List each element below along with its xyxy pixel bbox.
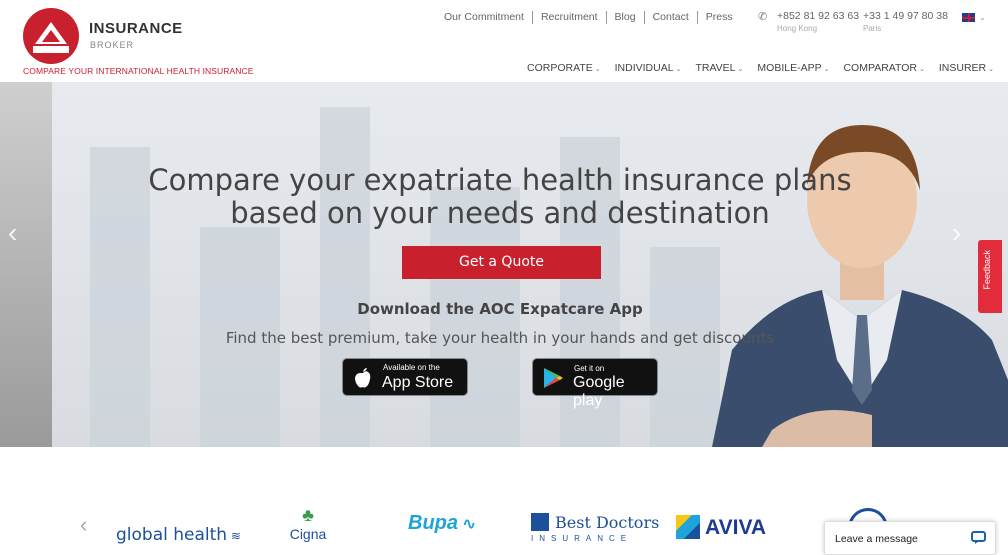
chevron-down-icon: ⌄ bbox=[979, 15, 986, 22]
partner-text: Bupa bbox=[408, 512, 458, 534]
nav-contact[interactable]: Contact bbox=[645, 11, 698, 24]
nav-corporate[interactable]: CORPORATE ⌄ bbox=[527, 62, 601, 74]
partner-global-health: global health ≋ bbox=[116, 525, 241, 545]
nav-travel[interactable]: TRAVEL ⌄ bbox=[695, 62, 743, 74]
wave-icon: ≋ bbox=[227, 529, 241, 543]
nav-press[interactable]: Press bbox=[698, 11, 741, 24]
partner-text: AVIVA bbox=[705, 516, 767, 539]
nav-our-commitment[interactable]: Our Commitment bbox=[436, 11, 533, 24]
previous-slide-image bbox=[0, 82, 52, 447]
phone-paris[interactable]: +33 1 49 97 80 38 Paris bbox=[863, 10, 948, 33]
chevron-right-icon[interactable]: › bbox=[952, 217, 961, 249]
partner-text: global health bbox=[116, 525, 228, 545]
apple-icon bbox=[355, 368, 371, 388]
main-nav: CORPORATE ⌄ INDIVIDUAL ⌄ TRAVEL ⌄ MOBILE-AP… bbox=[527, 62, 994, 74]
google-play-button[interactable]: Get it on Google play bbox=[532, 358, 658, 409]
phone-icon: ✆ bbox=[758, 11, 768, 23]
app-subtitle: Find the best premium, take your health … bbox=[225, 329, 775, 347]
nav-insurer[interactable]: INSURER ⌄ bbox=[939, 62, 994, 74]
chat-label: Leave a message bbox=[835, 533, 918, 545]
nav-individual[interactable]: INDIVIDUAL ⌄ bbox=[615, 62, 682, 74]
hero-title-line: Compare your expatriate health insurance… bbox=[148, 163, 852, 197]
tree-icon: ♣ bbox=[302, 505, 314, 525]
nav-label: CORPORATE bbox=[527, 62, 593, 74]
app-store-button[interactable]: Available on the App Store bbox=[342, 358, 468, 396]
get-quote-button[interactable]: Get a Quote bbox=[402, 246, 601, 279]
nav-label: INDIVIDUAL bbox=[614, 62, 674, 74]
phone-hong-kong[interactable]: +852 81 92 63 63 Hong Kong bbox=[777, 10, 859, 33]
partner-cigna: ♣ Cigna bbox=[288, 505, 328, 542]
uk-flag-icon bbox=[962, 13, 975, 23]
partner-bupa: Bupa ∿ bbox=[408, 512, 476, 535]
hero-title-line: based on your needs and destination bbox=[230, 196, 770, 230]
site-header: INSURANCE BROKER COMPARE YOUR INTERNATIO… bbox=[0, 0, 1008, 82]
store-big-text: App Store bbox=[382, 374, 454, 391]
chevron-down-icon: ⌄ bbox=[823, 66, 830, 73]
nav-label: COMPARATOR bbox=[843, 62, 917, 74]
aviva-mark-icon bbox=[676, 515, 700, 539]
chevron-left-icon[interactable]: ‹ bbox=[8, 217, 17, 249]
app-title: Download the AOC Expatcare App bbox=[357, 300, 643, 318]
nav-recruitment[interactable]: Recruitment bbox=[533, 11, 607, 24]
top-nav: Our Commitment Recruitment Blog Contact … bbox=[436, 11, 741, 24]
background-building bbox=[320, 107, 370, 447]
heartbeat-icon: ∿ bbox=[458, 516, 476, 533]
partner-text: Cigna bbox=[289, 526, 327, 542]
hero-banner: ‹ › Compare your expatriate health insur… bbox=[0, 82, 1008, 447]
store-small-text: Get it on bbox=[574, 364, 605, 373]
grid-icon bbox=[531, 513, 549, 531]
chat-widget[interactable]: Leave a message bbox=[824, 521, 996, 555]
nav-label: INSURER bbox=[938, 62, 987, 74]
chevron-down-icon: ⌄ bbox=[675, 66, 682, 73]
store-small-text: Available on the bbox=[383, 363, 440, 372]
phone-number: +852 81 92 63 63 bbox=[777, 10, 860, 22]
chevron-left-icon[interactable]: ‹ bbox=[80, 512, 87, 538]
phone-number: +33 1 49 97 80 38 bbox=[863, 10, 948, 22]
logo[interactable] bbox=[23, 8, 79, 64]
feedback-tab[interactable]: Feedback bbox=[978, 240, 1002, 313]
background-building bbox=[650, 247, 720, 447]
hero-title: Compare your expatriate health insurance… bbox=[100, 164, 900, 230]
nav-blog[interactable]: Blog bbox=[607, 11, 645, 24]
tagline: COMPARE YOUR INTERNATIONAL HEALTH INSURA… bbox=[23, 66, 254, 76]
phone-city: Paris bbox=[863, 24, 882, 33]
chevron-down-icon: ⌄ bbox=[918, 66, 925, 73]
chevron-down-icon: ⌄ bbox=[988, 66, 994, 73]
store-big-text: Google play bbox=[573, 374, 625, 409]
language-selector[interactable]: ⌄ bbox=[962, 12, 986, 23]
businessman-image bbox=[712, 125, 1008, 447]
brand-sub: BROKER bbox=[90, 40, 135, 50]
chevron-down-icon: ⌄ bbox=[737, 66, 744, 73]
phone-city: Hong Kong bbox=[777, 24, 818, 33]
chat-bubble-icon bbox=[971, 531, 986, 544]
partner-text: Best Doctors bbox=[555, 513, 660, 532]
partner-text: INSURANCE bbox=[531, 534, 633, 543]
nav-mobile-app[interactable]: MOBILE-APP ⌄ bbox=[757, 62, 829, 74]
nav-comparator[interactable]: COMPARATOR ⌄ bbox=[843, 62, 924, 74]
google-play-icon bbox=[544, 368, 563, 388]
brand-name: INSURANCE bbox=[89, 20, 183, 37]
nav-label: MOBILE-APP bbox=[757, 62, 822, 74]
chevron-down-icon: ⌄ bbox=[594, 66, 601, 73]
feedback-label: Feedback bbox=[982, 250, 992, 290]
nav-label: TRAVEL bbox=[695, 62, 736, 74]
